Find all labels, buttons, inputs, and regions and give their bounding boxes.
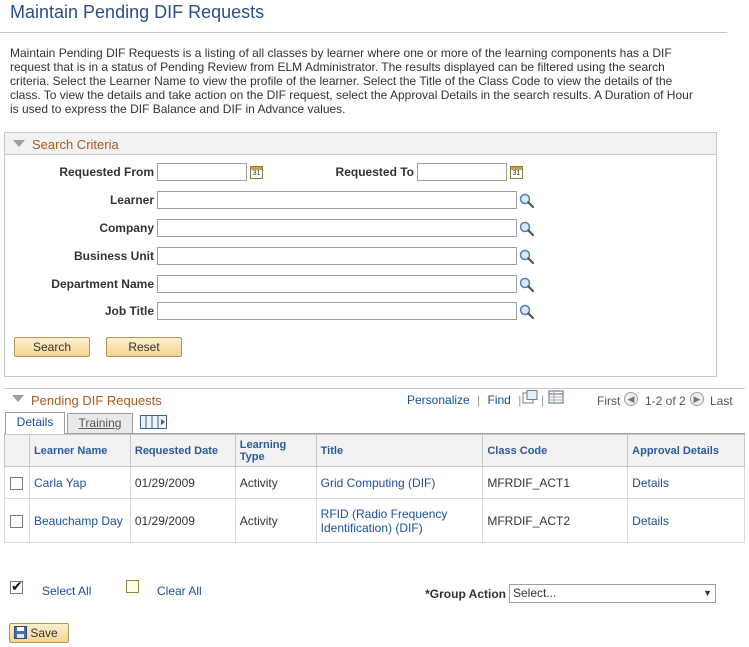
business-unit-lookup-icon[interactable] <box>519 249 535 265</box>
grid-toolbar: Personalize | Find | <box>407 393 525 407</box>
reset-button[interactable]: Reset <box>106 337 182 357</box>
requested-to-label: Requested To <box>335 165 414 179</box>
save-button[interactable]: Save <box>9 623 69 643</box>
department-lookup-icon[interactable] <box>519 277 535 293</box>
save-disk-icon <box>14 626 27 639</box>
class-code-cell: MFRDIF_ACT1 <box>482 466 629 499</box>
title-link[interactable]: RFID (Radio Frequency Identification) (D… <box>321 507 448 535</box>
group-action-select[interactable]: Select... ▼ <box>509 584 716 603</box>
collapse-triangle-icon[interactable] <box>13 140 25 147</box>
business-unit-label: Business Unit <box>73 249 154 263</box>
clear-all-checkbox-icon[interactable] <box>126 580 139 593</box>
download-spreadsheet-icon[interactable] <box>548 390 564 404</box>
column-header-approval-details[interactable]: Approval Details <box>627 434 745 467</box>
table-header-row: Learner Name Requested Date Learning Typ… <box>4 434 745 467</box>
save-label: Save <box>30 626 58 640</box>
pending-requests-table: Learner Name Requested Date Learning Typ… <box>4 434 745 543</box>
view-all-icon[interactable] <box>522 390 538 404</box>
select-all-link[interactable]: Select All <box>42 584 91 598</box>
search-criteria-header[interactable]: Search Criteria <box>5 133 716 155</box>
collapse-triangle-icon[interactable] <box>12 395 24 402</box>
learner-name-link[interactable]: Beauchamp Day <box>34 514 123 528</box>
class-code-cell: MFRDIF_ACT2 <box>482 498 629 543</box>
group-action-value: Select... <box>513 586 557 600</box>
search-criteria-title: Search Criteria <box>32 137 119 152</box>
row-range: 1-2 of 2 <box>645 394 686 408</box>
company-input[interactable] <box>157 219 517 237</box>
column-header-requested-date[interactable]: Requested Date <box>129 434 236 467</box>
column-header-class-code[interactable]: Class Code <box>482 434 629 467</box>
next-page-icon[interactable]: ▶ <box>690 392 704 406</box>
group-action-label: *Group Action <box>425 587 506 601</box>
requested-from-label: Requested From <box>59 165 154 179</box>
table-row: Carla Yap 01/29/2009 Activity Grid Compu… <box>4 466 745 499</box>
clear-all-link[interactable]: Clear All <box>157 584 202 598</box>
row-select-checkbox[interactable] <box>10 476 24 490</box>
chevron-down-icon: ▼ <box>703 588 712 598</box>
search-button[interactable]: Search <box>14 337 90 357</box>
tab-details[interactable]: Details <box>5 412 65 434</box>
requested-from-calendar-icon[interactable]: 31 <box>250 166 263 179</box>
select-column-header <box>4 434 30 467</box>
pending-requests-title: Pending DIF Requests <box>31 393 162 408</box>
learner-label: Learner <box>109 193 154 207</box>
department-name-label: Department Name <box>51 277 154 291</box>
job-title-lookup-icon[interactable] <box>519 304 535 320</box>
personalize-link[interactable]: Personalize <box>407 393 470 407</box>
requested-date-cell: 01/29/2009 <box>129 466 236 499</box>
learner-lookup-icon[interactable] <box>519 193 535 209</box>
first-label: First <box>597 394 621 408</box>
show-all-columns-icon[interactable] <box>140 414 168 430</box>
toolbar-separator: | <box>477 393 481 407</box>
last-label: Last <box>710 394 733 408</box>
page-description: Maintain Pending DIF Requests is a listi… <box>10 46 693 116</box>
requested-date-cell: 01/29/2009 <box>129 498 236 543</box>
job-title-label: Job Title <box>104 304 154 318</box>
learning-type-cell: Activity <box>234 498 317 543</box>
requested-to-input[interactable] <box>417 163 507 181</box>
column-header-learner-name[interactable]: Learner Name <box>28 434 131 467</box>
company-lookup-icon[interactable] <box>519 221 535 237</box>
toolbar-separator: | <box>518 393 522 407</box>
learning-type-cell: Activity <box>234 466 317 499</box>
tab-training[interactable]: Training <box>67 413 133 433</box>
company-label: Company <box>99 221 154 235</box>
approval-details-link[interactable]: Details <box>632 514 669 528</box>
page-title: Maintain Pending DIF Requests <box>10 2 265 22</box>
previous-page-icon[interactable]: ◀ <box>624 392 638 406</box>
toolbar-separator: | <box>541 393 545 407</box>
column-header-title[interactable]: Title <box>315 434 484 467</box>
business-unit-input[interactable] <box>157 247 517 265</box>
title-divider <box>0 32 727 33</box>
approval-details-link[interactable]: Details <box>632 476 669 490</box>
learner-input[interactable] <box>157 191 517 209</box>
select-all-checkbox-icon[interactable] <box>10 578 23 595</box>
job-title-input[interactable] <box>157 302 517 320</box>
table-row: Beauchamp Day 01/29/2009 Activity RFID (… <box>4 498 745 543</box>
requested-to-calendar-icon[interactable]: 31 <box>510 166 523 179</box>
title-link[interactable]: Grid Computing (DIF) <box>321 476 436 490</box>
learner-name-link[interactable]: Carla Yap <box>34 476 86 490</box>
department-name-input[interactable] <box>157 275 517 293</box>
find-link[interactable]: Find <box>488 393 511 407</box>
row-select-checkbox[interactable] <box>10 514 24 528</box>
column-header-learning-type[interactable]: Learning Type <box>234 434 317 467</box>
requested-from-input[interactable] <box>157 163 247 181</box>
